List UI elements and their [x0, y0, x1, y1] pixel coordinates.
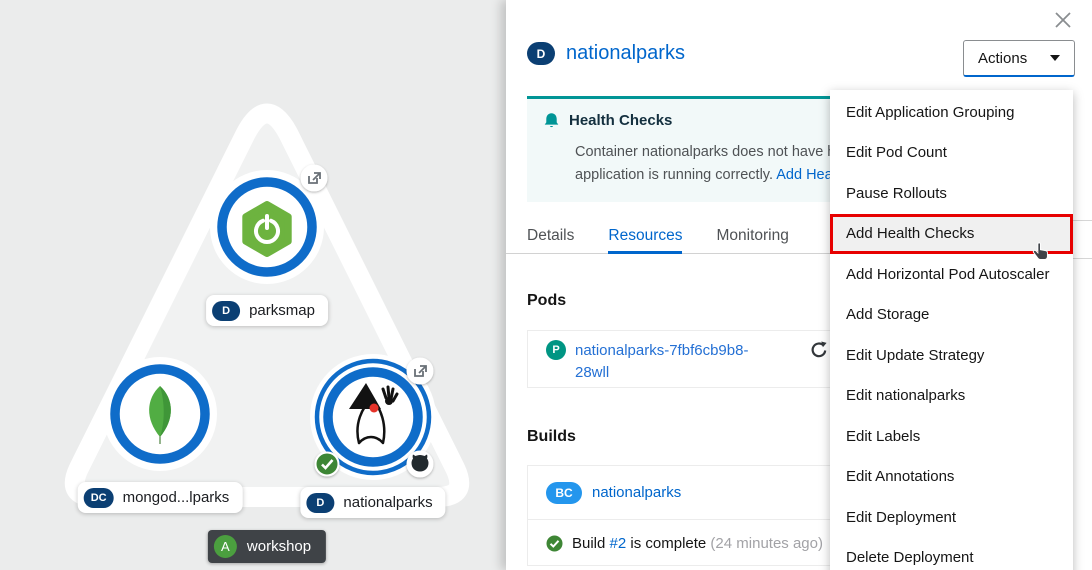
pod-kind-badge: P — [546, 340, 566, 360]
resource-kind-badge: D — [527, 42, 555, 65]
node-name: mongod...lparks — [123, 489, 230, 506]
alert-title: Health Checks — [569, 112, 672, 129]
add-health-checks-link[interactable]: Add Hea — [776, 167, 832, 183]
tab-resources[interactable]: Resources — [608, 224, 682, 254]
actions-dropdown-menu: Edit Application Grouping Edit Pod Count… — [830, 90, 1073, 570]
build-status-text: Build #2 is complete (24 minutes ago) — [572, 535, 823, 552]
pods-heading: Pods — [527, 292, 566, 310]
sync-icon — [809, 341, 827, 359]
build-config-link[interactable]: nationalparks — [592, 484, 681, 501]
menu-item-pause-rollouts[interactable]: Pause Rollouts — [830, 173, 1073, 214]
application-name: workshop — [247, 538, 311, 555]
tab-details[interactable]: Details — [527, 224, 574, 254]
node-parksmap[interactable] — [222, 182, 312, 272]
panel-tabs: Details Resources Monitoring — [506, 224, 830, 254]
build-success-decorator[interactable] — [316, 453, 339, 476]
menu-item-edit-update-strategy[interactable]: Edit Update Strategy — [830, 335, 1073, 376]
application-badge: A — [214, 535, 237, 558]
menu-item-delete-deployment[interactable]: Delete Deployment — [830, 538, 1073, 570]
divider — [1073, 220, 1092, 221]
pointer-cursor-icon — [1030, 240, 1052, 264]
menu-item-edit-labels[interactable]: Edit Labels — [830, 416, 1073, 457]
source-code-decorator[interactable] — [407, 451, 434, 478]
bell-icon — [543, 112, 560, 129]
divider — [1073, 258, 1092, 259]
build-config-kind-badge: BC — [546, 482, 582, 504]
build-number-link[interactable]: #2 — [610, 535, 627, 552]
node-label-mongodb[interactable]: DC mongod...lparks — [78, 482, 243, 513]
actions-button-label: Actions — [978, 50, 1027, 67]
panel-header: D nationalparks — [527, 42, 685, 65]
topology-canvas[interactable]: D parksmap DC mongod...lparks D national… — [0, 0, 506, 570]
resource-kind-badge: DC — [84, 488, 114, 508]
node-mongodb[interactable] — [115, 369, 205, 459]
resource-kind-badge: D — [212, 301, 240, 321]
tab-monitoring[interactable]: Monitoring — [716, 224, 788, 254]
build-timestamp: (24 minutes ago) — [710, 535, 823, 552]
actions-dropdown-button[interactable]: Actions — [963, 40, 1075, 77]
resource-side-panel: D nationalparks Actions Health Checks Co… — [506, 0, 1092, 570]
builds-heading: Builds — [527, 428, 576, 446]
menu-item-edit-annotations[interactable]: Edit Annotations — [830, 457, 1073, 498]
close-panel-button[interactable] — [1050, 7, 1076, 33]
caret-down-icon — [1050, 55, 1060, 61]
openshift-topology-screen: D parksmap DC mongod...lparks D national… — [0, 0, 1092, 570]
application-group-label[interactable]: A workshop — [208, 530, 326, 563]
menu-item-edit-nationalparks[interactable]: Edit nationalparks — [830, 376, 1073, 417]
panel-title-link[interactable]: nationalparks — [566, 42, 685, 65]
spring-boot-icon — [246, 205, 288, 254]
menu-item-add-storage[interactable]: Add Storage — [830, 295, 1073, 336]
node-label-parksmap[interactable]: D parksmap — [206, 295, 328, 326]
node-name: nationalparks — [343, 494, 432, 511]
node-name: parksmap — [249, 302, 315, 319]
topology-graph — [0, 0, 506, 570]
close-icon — [1054, 11, 1072, 29]
menu-item-edit-application-grouping[interactable]: Edit Application Grouping — [830, 92, 1073, 133]
menu-item-edit-deployment[interactable]: Edit Deployment — [830, 497, 1073, 538]
menu-item-edit-pod-count[interactable]: Edit Pod Count — [830, 133, 1073, 174]
nationalparks-external-link-decorator[interactable] — [407, 358, 434, 385]
pod-link[interactable]: nationalparks-7fbf6cb9b8-28wll — [575, 340, 771, 384]
resource-kind-badge: D — [306, 493, 334, 513]
check-circle-icon — [546, 535, 563, 552]
node-label-nationalparks[interactable]: D nationalparks — [300, 487, 445, 518]
parksmap-external-link-decorator[interactable] — [301, 165, 328, 192]
github-icon — [412, 455, 429, 472]
